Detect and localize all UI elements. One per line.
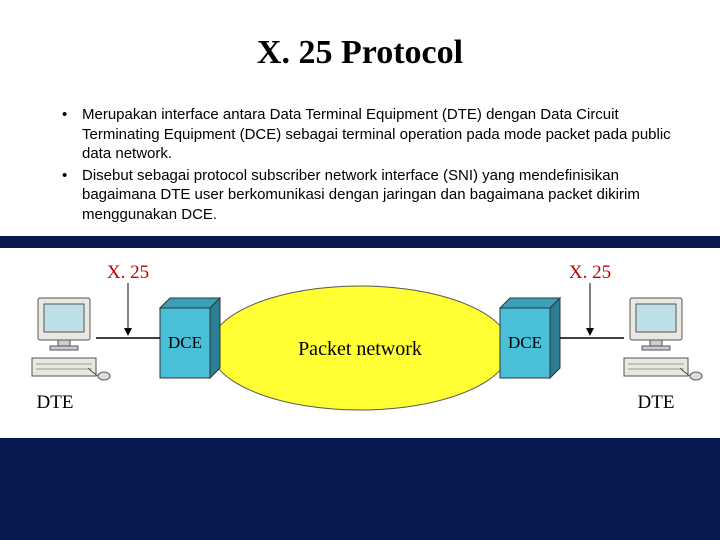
dte-left-label: DTE [37,392,74,413]
protocol-left-label: X. 25 [107,262,149,283]
arrow-right-head [586,328,594,336]
bullet-item: Merupakan interface antara Data Terminal… [62,105,682,164]
dce-left-box: DCE [160,298,220,378]
bullet-item: Disebut sebagai protocol subscriber netw… [62,166,682,225]
dce-right-label: DCE [508,333,542,352]
arrow-left-head [124,328,132,336]
dce-left-label: DCE [168,333,202,352]
x25-diagram: Packet network DCE DCE [0,248,720,438]
protocol-right-label: X. 25 [569,262,611,283]
cloud-label: Packet network [298,338,422,360]
bullet-list: Merupakan interface antara Data Terminal… [0,95,720,236]
dte-left-computer: DTE [32,298,110,413]
slide: X. 25 Protocol Merupakan interface antar… [0,0,720,540]
dce-right-box: DCE [500,298,560,378]
diagram-area: Packet network DCE DCE [0,248,720,438]
title-area: X. 25 Protocol [0,0,720,95]
dte-right-label: DTE [638,392,675,413]
dte-right-computer: DTE [624,298,702,413]
page-title: X. 25 Protocol [257,16,463,80]
